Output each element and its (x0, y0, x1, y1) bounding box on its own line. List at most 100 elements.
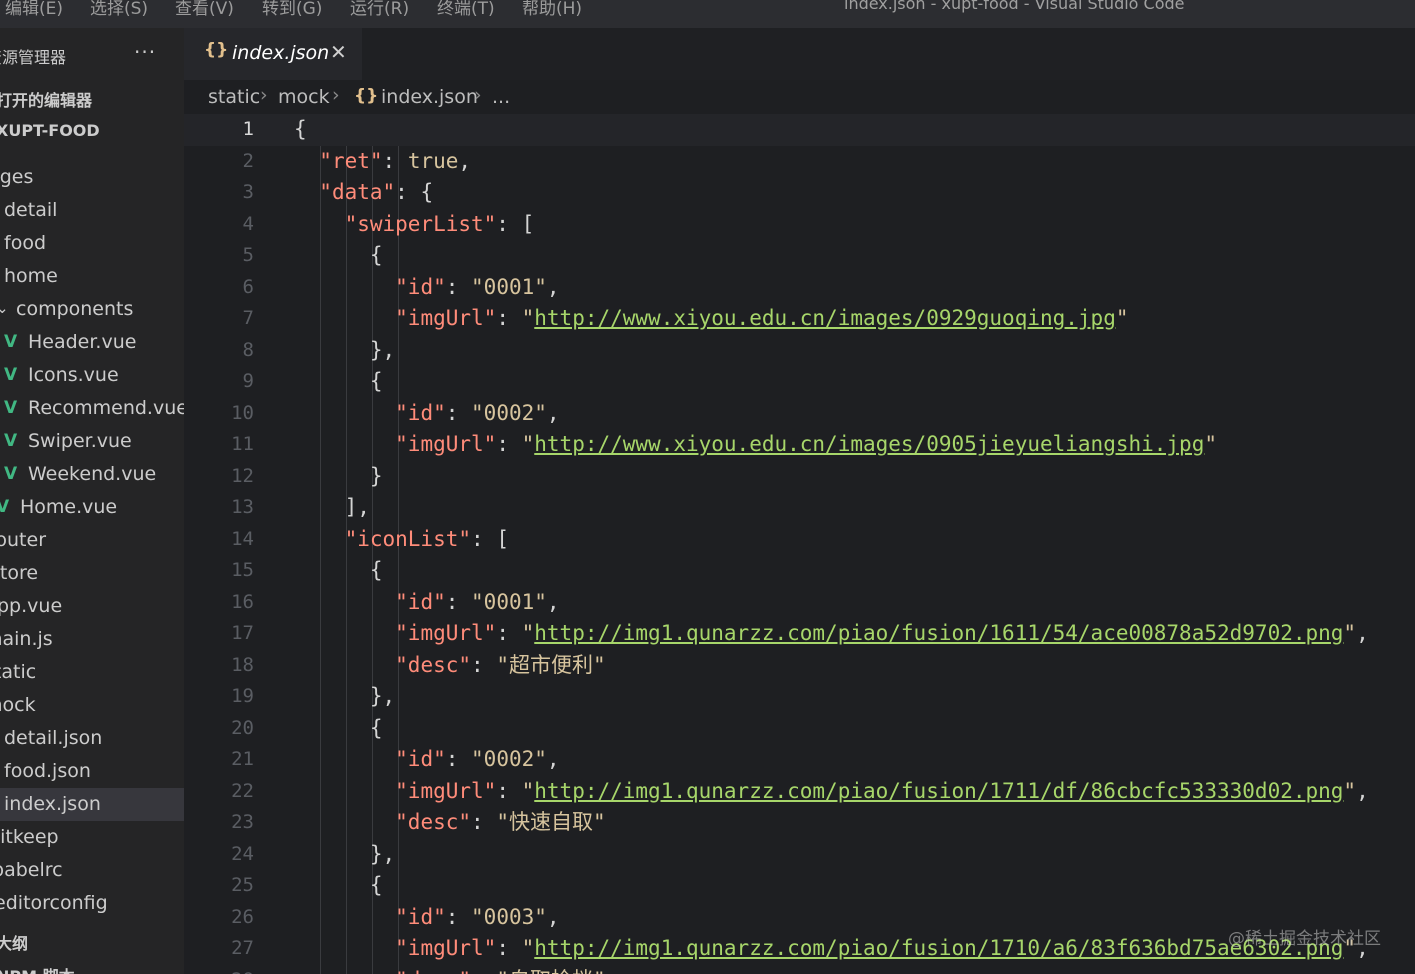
project-header[interactable]: XUPT-FOOD (0, 121, 100, 140)
code-line[interactable]: 1{ (184, 114, 1415, 146)
menu-select[interactable]: 选择(S) (90, 0, 148, 19)
tree-item-main-js[interactable]: main.js (0, 623, 184, 656)
breadcrumb-more[interactable]: ... (492, 86, 510, 108)
menu-run[interactable]: 运行(R) (350, 0, 409, 19)
chevron-down-icon[interactable]: ⌄ (0, 292, 9, 325)
tree-item-static[interactable]: static (0, 656, 184, 689)
line-number: 27 (231, 937, 254, 959)
tree-item-babelrc[interactable]: .babelrc (0, 854, 184, 887)
tree-item-app-vue[interactable]: App.vue (0, 590, 184, 623)
line-number: 25 (231, 874, 254, 896)
code-text: { (294, 243, 383, 267)
tree-item-label: components (16, 298, 134, 320)
explorer-sidebar: 资源管理器 ··· 打开的编辑器 XUPT-FOOD pages detail fo… (0, 28, 184, 974)
breadcrumb-mock[interactable]: mock (278, 86, 330, 108)
breadcrumb-index-json[interactable]: index.json (381, 86, 478, 108)
tree-item-pages[interactable]: pages (0, 161, 184, 194)
code-line[interactable]: 25 { (184, 870, 1415, 902)
tree-item-index-json[interactable]: index.json (0, 788, 184, 821)
tab-index-json[interactable]: {} index.json ✕ (184, 28, 362, 80)
tree-item-icons-vue[interactable]: V Icons.vue (0, 359, 184, 392)
tree-item-store[interactable]: store (0, 557, 184, 590)
code-line[interactable]: 11 "imgUrl": "http://www.xiyou.edu.cn/im… (184, 429, 1415, 461)
tree-item-home-vue[interactable]: V Home.vue (0, 491, 184, 524)
json-braces-icon: {} (204, 40, 229, 60)
code-line[interactable]: 23 "desc": "快速自取" (184, 807, 1415, 839)
code-line[interactable]: 12 } (184, 461, 1415, 493)
menu-edit[interactable]: 编辑(E) (5, 0, 63, 19)
code-line[interactable]: 6 "id": "0001", (184, 272, 1415, 304)
tree-item-home[interactable]: home (0, 260, 184, 293)
breadcrumb-static[interactable]: static (208, 86, 260, 108)
code-line[interactable]: 19 }, (184, 681, 1415, 713)
code-line[interactable]: 5 { (184, 240, 1415, 272)
code-line[interactable]: 24 }, (184, 839, 1415, 871)
tree-item-label: Swiper.vue (28, 430, 132, 452)
code-editor[interactable]: 1{2 "ret": true, 3 "data": {4 "swiperList… (184, 114, 1415, 974)
npm-scripts-header[interactable]: NPM 脚本 (0, 963, 75, 974)
tree-item-label: .gitkeep (0, 826, 59, 848)
code-line[interactable]: 20 { (184, 713, 1415, 745)
vue-icon: V (0, 497, 10, 517)
code-text: "desc": "超市便利" (395, 652, 606, 677)
code-line[interactable]: 8 }, (184, 335, 1415, 367)
code-line[interactable]: 18 "desc": "超市便利" (184, 650, 1415, 682)
vue-icon: V (4, 365, 18, 385)
tree-item-weekend-vue[interactable]: V Weekend.vue (0, 458, 184, 491)
line-number: 4 (242, 212, 254, 235)
line-number: 17 (231, 622, 254, 644)
tree-item-swiper-vue[interactable]: V Swiper.vue (0, 425, 184, 458)
code-line[interactable]: 9 { (184, 366, 1415, 398)
tree-item-header-vue[interactable]: V Header.vue (0, 326, 184, 359)
code-line[interactable]: 7 "imgUrl": "http://www.xiyou.edu.cn/ima… (184, 303, 1415, 335)
line-number: 1 (242, 118, 254, 140)
menu-goto[interactable]: 转到(G) (262, 0, 322, 19)
code-line[interactable]: 28 "desc": "自取检档" (184, 965, 1415, 974)
code-text: "imgUrl": "http://img1.qunarzz.com/piao/… (395, 778, 1369, 803)
code-text: ], (294, 495, 370, 519)
tree-item-label: Weekend.vue (28, 463, 157, 485)
tree-item-label: home (4, 265, 58, 287)
code-line[interactable]: 14 "iconList": [ (184, 524, 1415, 556)
tree-item-food-json[interactable]: food.json (0, 755, 184, 788)
line-number: 8 (242, 338, 254, 361)
tree-item-detail-json[interactable]: detail.json (0, 722, 184, 755)
code-line[interactable]: 16 "id": "0001", (184, 587, 1415, 619)
ellipsis-icon[interactable]: ··· (134, 40, 156, 64)
vue-icon: V (4, 398, 18, 418)
code-line[interactable]: 22 "imgUrl": "http://img1.qunarzz.com/pi… (184, 776, 1415, 808)
menu-help[interactable]: 帮助(H) (522, 0, 582, 19)
code-line[interactable]: 15 { (184, 555, 1415, 587)
tree-item-components[interactable]: ⌄ components (0, 293, 184, 326)
line-number: 13 (231, 496, 254, 518)
line-number: 28 (184, 965, 254, 974)
close-icon[interactable]: ✕ (330, 40, 347, 64)
code-text: "ret": true, (319, 148, 472, 173)
tree-item-editorconfig[interactable]: .editorconfig (0, 887, 184, 920)
code-line[interactable]: 3 "data": { (184, 177, 1415, 209)
code-line[interactable]: 13 ], (184, 492, 1415, 524)
line-number: 18 (231, 653, 254, 676)
tree-item-label: food (4, 232, 46, 254)
tree-item-mock[interactable]: mock (0, 689, 184, 722)
code-line[interactable]: 2 "ret": true, (184, 146, 1415, 178)
code-line[interactable]: 4 "swiperList": [ (184, 209, 1415, 241)
code-text: }, (294, 841, 396, 866)
menu-terminal[interactable]: 终端(T) (437, 0, 495, 19)
menu-view[interactable]: 查看(V) (175, 0, 234, 19)
code-line[interactable]: 17 "imgUrl": "http://img1.qunarzz.com/pi… (184, 618, 1415, 650)
tree-item-router[interactable]: router (0, 524, 184, 557)
open-editors-header[interactable]: 打开的编辑器 (0, 87, 92, 111)
code-line[interactable]: 10 "id": "0002", (184, 398, 1415, 430)
tree-item-label: Home.vue (20, 496, 118, 518)
tree-item-food[interactable]: food (0, 227, 184, 260)
tree-item-label: .editorconfig (0, 892, 108, 914)
tree-item-gitkeep[interactable]: .gitkeep (0, 821, 184, 854)
tree-item-recommend-vue[interactable]: V Recommend.vue (0, 392, 184, 425)
code-text: "desc": "自取检档" (294, 965, 605, 974)
tree-item-detail[interactable]: detail (0, 194, 184, 227)
line-number: 2 (242, 149, 254, 172)
code-text: "swiperList": [ (344, 211, 535, 236)
code-line[interactable]: 21 "id": "0002", (184, 744, 1415, 776)
outline-header[interactable]: 大纲 (0, 930, 28, 954)
